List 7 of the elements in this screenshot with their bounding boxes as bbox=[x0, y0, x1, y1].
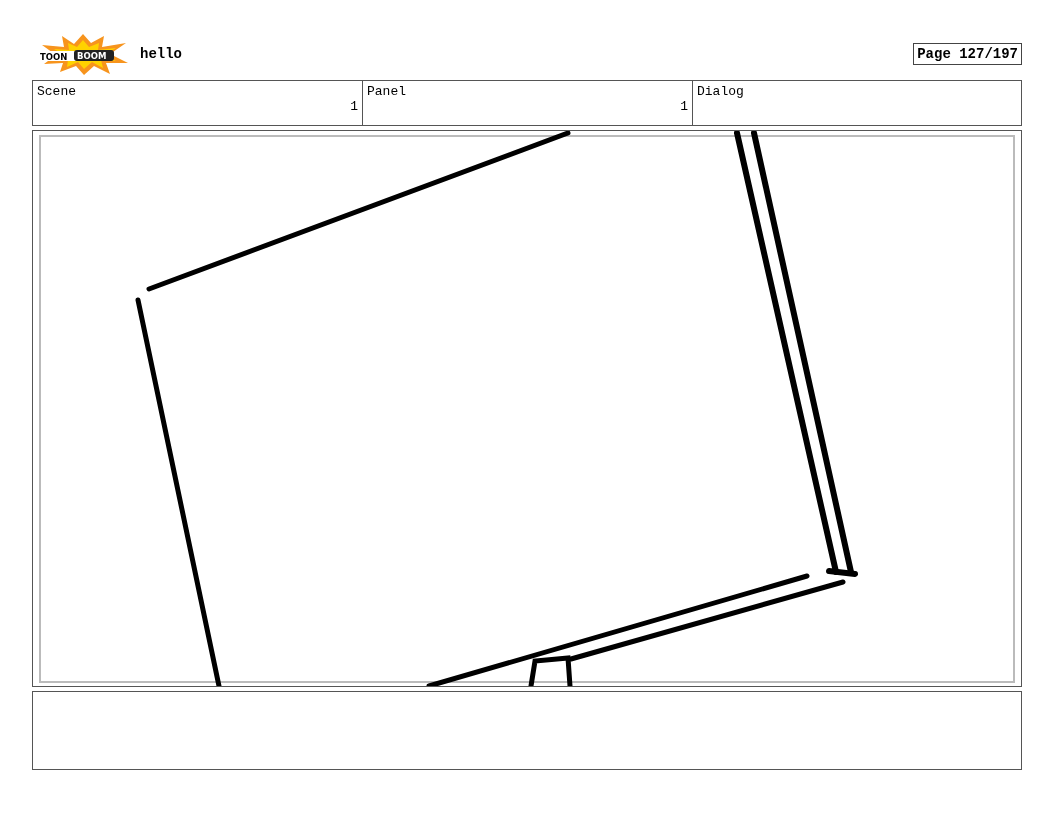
page-title: hello bbox=[140, 46, 183, 62]
page-number: Page 127/197 bbox=[913, 43, 1022, 65]
field-label: Scene bbox=[37, 84, 76, 99]
field-label: Dialog bbox=[697, 84, 744, 99]
field-label: Panel bbox=[367, 84, 406, 99]
field-value: 1 bbox=[680, 99, 688, 114]
field-value: 1 bbox=[350, 99, 358, 114]
